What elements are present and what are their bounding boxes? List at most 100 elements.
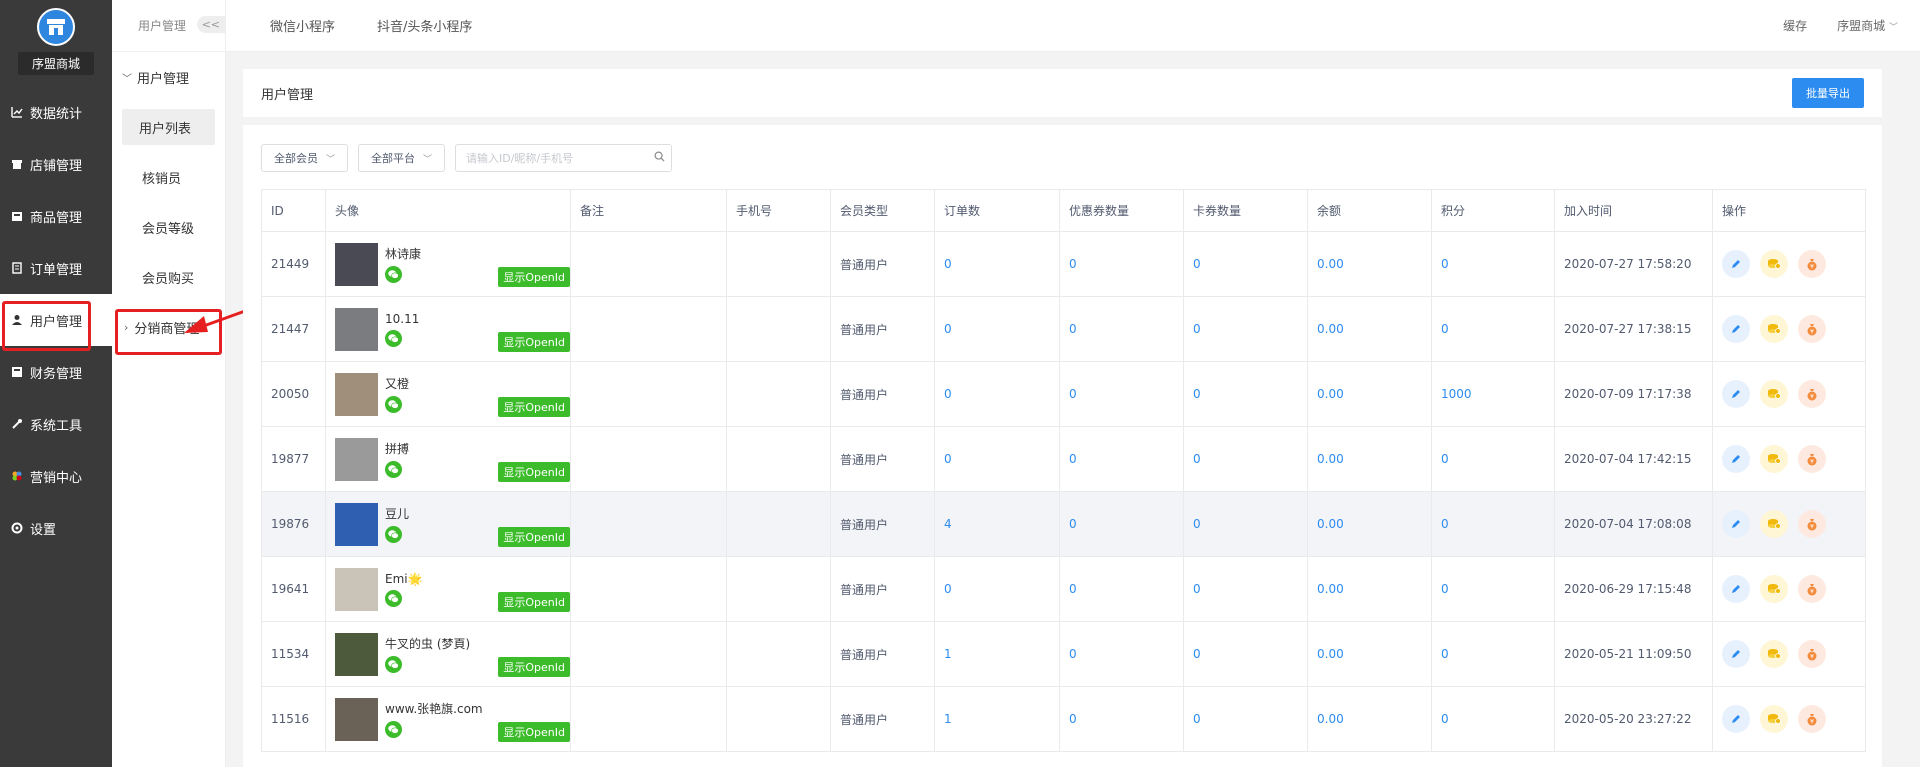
cell-cards[interactable]: 0 [1183,361,1308,427]
store-logo-icon[interactable] [37,8,75,46]
cell-points[interactable]: 0 [1431,491,1555,557]
cell-points[interactable]: 0 [1431,231,1555,297]
coins-icon[interactable] [1760,640,1788,668]
cell-balance[interactable]: 0.00 [1307,426,1432,492]
cell-orders[interactable]: 0 [934,231,1060,297]
sub-item-member-level[interactable]: 会员等级 [112,202,225,252]
sidebar-item-goods[interactable]: 商品管理 [0,190,112,242]
cell-orders[interactable]: 0 [934,296,1060,362]
cell-points[interactable]: 1000 [1431,361,1555,427]
sidebar-item-order[interactable]: 订单管理 [0,242,112,294]
cell-points[interactable]: 0 [1431,296,1555,362]
cell-balance[interactable]: 0.00 [1307,491,1432,557]
edit-icon[interactable] [1722,705,1750,733]
money-bag-icon[interactable]: ¥ [1798,705,1826,733]
coins-icon[interactable] [1760,315,1788,343]
cell-balance[interactable]: 0.00 [1307,556,1432,622]
table-row[interactable]: 11516 www.张艳旗.com 显示OpenId 普通用户 1 0 0 0.00 0 2020… [261,686,1866,752]
search-input[interactable] [466,151,654,165]
money-bag-icon[interactable]: ¥ [1798,640,1826,668]
avatar[interactable] [335,242,378,286]
show-openid-button[interactable]: 显示OpenId [498,592,570,612]
sidebar-item-settings[interactable]: 设置 [0,502,112,554]
edit-icon[interactable] [1722,250,1750,278]
sidebar-item-finance[interactable]: 财务管理 [0,346,112,398]
money-bag-icon[interactable]: ¥ [1798,575,1826,603]
show-openid-button[interactable]: 显示OpenId [498,267,570,287]
cell-orders[interactable]: 0 [934,361,1060,427]
coins-icon[interactable] [1760,380,1788,408]
cell-orders[interactable]: 0 [934,426,1060,492]
cell-balance[interactable]: 0.00 [1307,231,1432,297]
cell-balance[interactable]: 0.00 [1307,296,1432,362]
member-select[interactable]: 全部会员 ﹀ [261,144,348,172]
show-openid-button[interactable]: 显示OpenId [498,462,570,482]
table-row[interactable]: 19877 拼搏 显示OpenId 普通用户 0 0 0 0.00 0 2020-07-04 17… [261,426,1866,492]
money-bag-icon[interactable]: ¥ [1798,315,1826,343]
cell-coupons[interactable]: 0 [1059,556,1184,622]
edit-icon[interactable] [1722,315,1750,343]
table-row[interactable]: 19641 Emi🌟 显示OpenId 普通用户 0 0 0 0.00 0 2020-06-29 … [261,556,1866,622]
cell-orders[interactable]: 0 [934,556,1060,622]
cell-coupons[interactable]: 0 [1059,686,1184,752]
cell-cards[interactable]: 0 [1183,231,1308,297]
avatar[interactable] [335,632,378,676]
cell-cards[interactable]: 0 [1183,556,1308,622]
show-openid-button[interactable]: 显示OpenId [498,722,570,742]
cell-points[interactable]: 0 [1431,426,1555,492]
coins-icon[interactable] [1760,445,1788,473]
cell-cards[interactable]: 0 [1183,491,1308,557]
cell-coupons[interactable]: 0 [1059,621,1184,687]
cell-points[interactable]: 0 [1431,686,1555,752]
avatar[interactable] [335,307,378,351]
show-openid-button[interactable]: 显示OpenId [498,527,570,547]
edit-icon[interactable] [1722,380,1750,408]
coins-icon[interactable] [1760,250,1788,278]
money-bag-icon[interactable]: ¥ [1798,250,1826,278]
sidebar-item-wrench[interactable]: 系统工具 [0,398,112,450]
table-row[interactable]: 21447 10.11 显示OpenId 普通用户 0 0 0 0.00 0 2020-07-27… [261,296,1866,362]
edit-icon[interactable] [1722,445,1750,473]
avatar[interactable] [335,697,378,741]
platform-select[interactable]: 全部平台 ﹀ [358,144,445,172]
table-row[interactable]: 11534 牛叉的虫 (梦頁) 显示OpenId 普通用户 1 0 0 0.00 0 2020-0… [261,621,1866,687]
sidebar-item-user[interactable]: 用户管理 [0,294,112,346]
cell-points[interactable]: 0 [1431,556,1555,622]
sidebar-item-chart[interactable]: 数据统计 [0,86,112,138]
avatar[interactable] [335,372,378,416]
money-bag-icon[interactable]: ¥ [1798,380,1826,408]
cell-balance[interactable]: 0.00 [1307,686,1432,752]
money-bag-icon[interactable]: ¥ [1798,510,1826,538]
table-row[interactable]: 20050 又橙 显示OpenId 普通用户 0 0 0 0.00 1000 2020-07-09… [261,361,1866,427]
sub-item-user-list[interactable]: 用户列表 [122,109,215,145]
table-row[interactable]: 21449 林诗康 显示OpenId 普通用户 0 0 0 0.00 0 2020-07-27 1… [261,231,1866,297]
cell-cards[interactable]: 0 [1183,296,1308,362]
table-row[interactable]: 19876 豆儿 显示OpenId 普通用户 4 0 0 0.00 0 2020-07-04 17… [261,491,1866,557]
coins-icon[interactable] [1760,575,1788,603]
show-openid-button[interactable]: 显示OpenId [498,657,570,677]
cache-link[interactable]: 缓存 [1783,17,1807,34]
avatar[interactable] [335,502,378,546]
cell-coupons[interactable]: 0 [1059,491,1184,557]
cell-coupons[interactable]: 0 [1059,361,1184,427]
collapse-button[interactable]: << [196,16,225,33]
sub-group-user[interactable]: ﹀ 用户管理 [112,52,225,102]
sidebar-item-marketing[interactable]: 营销中心 [0,450,112,502]
cell-coupons[interactable]: 0 [1059,426,1184,492]
money-bag-icon[interactable]: ¥ [1798,445,1826,473]
cell-cards[interactable]: 0 [1183,686,1308,752]
edit-icon[interactable] [1722,575,1750,603]
cell-coupons[interactable]: 0 [1059,231,1184,297]
sub-item-verifier[interactable]: 核销员 [112,152,225,202]
show-openid-button[interactable]: 显示OpenId [498,332,570,352]
cell-coupons[interactable]: 0 [1059,296,1184,362]
search-icon[interactable] [654,151,665,165]
avatar[interactable] [335,567,378,611]
sidebar-item-store[interactable]: 店铺管理 [0,138,112,190]
tab-douyin-miniapp[interactable]: 抖音/头条小程序 [377,16,472,35]
cell-orders[interactable]: 4 [934,491,1060,557]
cell-cards[interactable]: 0 [1183,426,1308,492]
store-dropdown[interactable]: 序盟商城 ﹀ [1837,17,1898,34]
tab-wechat-miniapp[interactable]: 微信小程序 [270,16,335,35]
avatar[interactable] [335,437,378,481]
